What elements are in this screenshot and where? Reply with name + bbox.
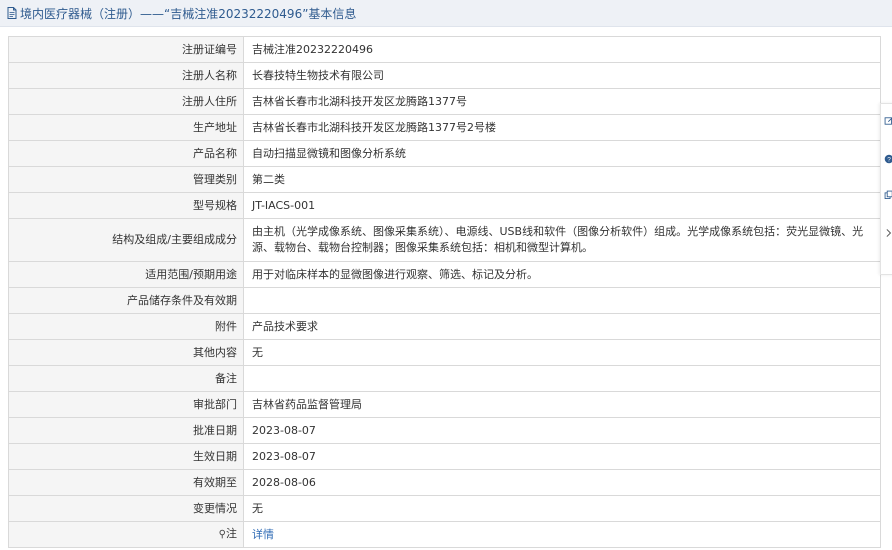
row-value: JT-IACS-001 xyxy=(243,192,881,219)
edit-icon[interactable] xyxy=(884,114,892,128)
table-row: 备注 xyxy=(8,365,881,392)
details-link[interactable]: 详情 xyxy=(252,528,274,541)
table-row: 型号规格 JT-IACS-001 xyxy=(8,192,881,219)
table-row: 适用范围/预期用途 用于对临床样本的显微图像进行观察、筛选、标记及分析。 xyxy=(8,261,881,288)
table-row: 结构及组成/主要组成成分 由主机（光学成像系统、图像采集系统）、电源线、USB线… xyxy=(8,218,881,262)
row-label: 附件 xyxy=(8,313,244,340)
row-value: 用于对临床样本的显微图像进行观察、筛选、标记及分析。 xyxy=(243,261,881,288)
table-row: 生产地址 吉林省长春市北湖科技开发区龙腾路1377号2号楼 xyxy=(8,114,881,141)
table-row: 批准日期 2023-08-07 xyxy=(8,417,881,444)
row-value: 详情 xyxy=(243,521,881,548)
info-table: 注册证编号 吉械注准20232220496 注册人名称 长春技特生物技术有限公司… xyxy=(8,36,881,548)
table-row: 产品名称 自动扫描显微镜和图像分析系统 xyxy=(8,140,881,167)
row-label: 适用范围/预期用途 xyxy=(8,261,244,288)
row-value xyxy=(243,287,881,314)
row-value: 长春技特生物技术有限公司 xyxy=(243,62,881,89)
row-label: 产品储存条件及有效期 xyxy=(8,287,244,314)
row-label-text: 注 xyxy=(226,527,237,540)
row-value: 由主机（光学成像系统、图像采集系统）、电源线、USB线和软件（图像分析软件）组成… xyxy=(243,218,881,262)
copy-icon[interactable] xyxy=(884,188,892,202)
table-row: ⚲注 详情 xyxy=(8,521,881,548)
table-row: 审批部门 吉林省药品监督管理局 xyxy=(8,391,881,418)
row-value xyxy=(243,365,881,392)
row-value: 2023-08-07 xyxy=(243,443,881,470)
row-label: 批准日期 xyxy=(8,417,244,444)
row-value: 自动扫描显微镜和图像分析系统 xyxy=(243,140,881,167)
floating-sidebar: ? xyxy=(880,103,892,275)
row-value: 吉林省长春市北湖科技开发区龙腾路1377号2号楼 xyxy=(243,114,881,141)
document-icon xyxy=(6,7,18,19)
table-row: 其他内容 无 xyxy=(8,339,881,366)
table-row: 有效期至 2028-08-06 xyxy=(8,469,881,496)
table-row: 管理类别 第二类 xyxy=(8,166,881,193)
table-row: 注册人住所 吉林省长春市北湖科技开发区龙腾路1377号 xyxy=(8,88,881,115)
help-icon[interactable]: ? xyxy=(884,152,892,166)
row-label: 备注 xyxy=(8,365,244,392)
row-label: 生效日期 xyxy=(8,443,244,470)
row-label: 变更情况 xyxy=(8,495,244,522)
row-label: 管理类别 xyxy=(8,166,244,193)
row-value: 吉林省长春市北湖科技开发区龙腾路1377号 xyxy=(243,88,881,115)
chevron-right-icon[interactable] xyxy=(884,226,892,240)
row-label: 型号规格 xyxy=(8,192,244,219)
row-label: 审批部门 xyxy=(8,391,244,418)
row-label: 产品名称 xyxy=(8,140,244,167)
table-row: 注册证编号 吉械注准20232220496 xyxy=(8,36,881,63)
table-row: 变更情况 无 xyxy=(8,495,881,522)
row-value: 2023-08-07 xyxy=(243,417,881,444)
row-value: 吉林省药品监督管理局 xyxy=(243,391,881,418)
row-label: 有效期至 xyxy=(8,469,244,496)
page-header: 境内医疗器械（注册）——“吉械注准20232220496”基本信息 xyxy=(0,0,892,27)
table-row: 附件 产品技术要求 xyxy=(8,313,881,340)
row-value: 第二类 xyxy=(243,166,881,193)
table-row: 产品储存条件及有效期 xyxy=(8,287,881,314)
row-label: 其他内容 xyxy=(8,339,244,366)
remark-label: ⚲注 xyxy=(8,521,244,548)
table-row: 生效日期 2023-08-07 xyxy=(8,443,881,470)
row-value: 吉械注准20232220496 xyxy=(243,36,881,63)
table-row: 注册人名称 长春技特生物技术有限公司 xyxy=(8,62,881,89)
row-label: 结构及组成/主要组成成分 xyxy=(8,218,244,262)
row-label: 注册人名称 xyxy=(8,62,244,89)
svg-text:?: ? xyxy=(887,157,891,164)
row-label: 注册证编号 xyxy=(8,36,244,63)
page-title: 境内医疗器械（注册）——“吉械注准20232220496”基本信息 xyxy=(20,6,357,21)
row-value: 2028-08-06 xyxy=(243,469,881,496)
row-label: 注册人住所 xyxy=(8,88,244,115)
row-value: 无 xyxy=(243,495,881,522)
row-value: 无 xyxy=(243,339,881,366)
row-label: 生产地址 xyxy=(8,114,244,141)
map-pin-icon: ⚲ xyxy=(218,529,226,540)
row-value: 产品技术要求 xyxy=(243,313,881,340)
